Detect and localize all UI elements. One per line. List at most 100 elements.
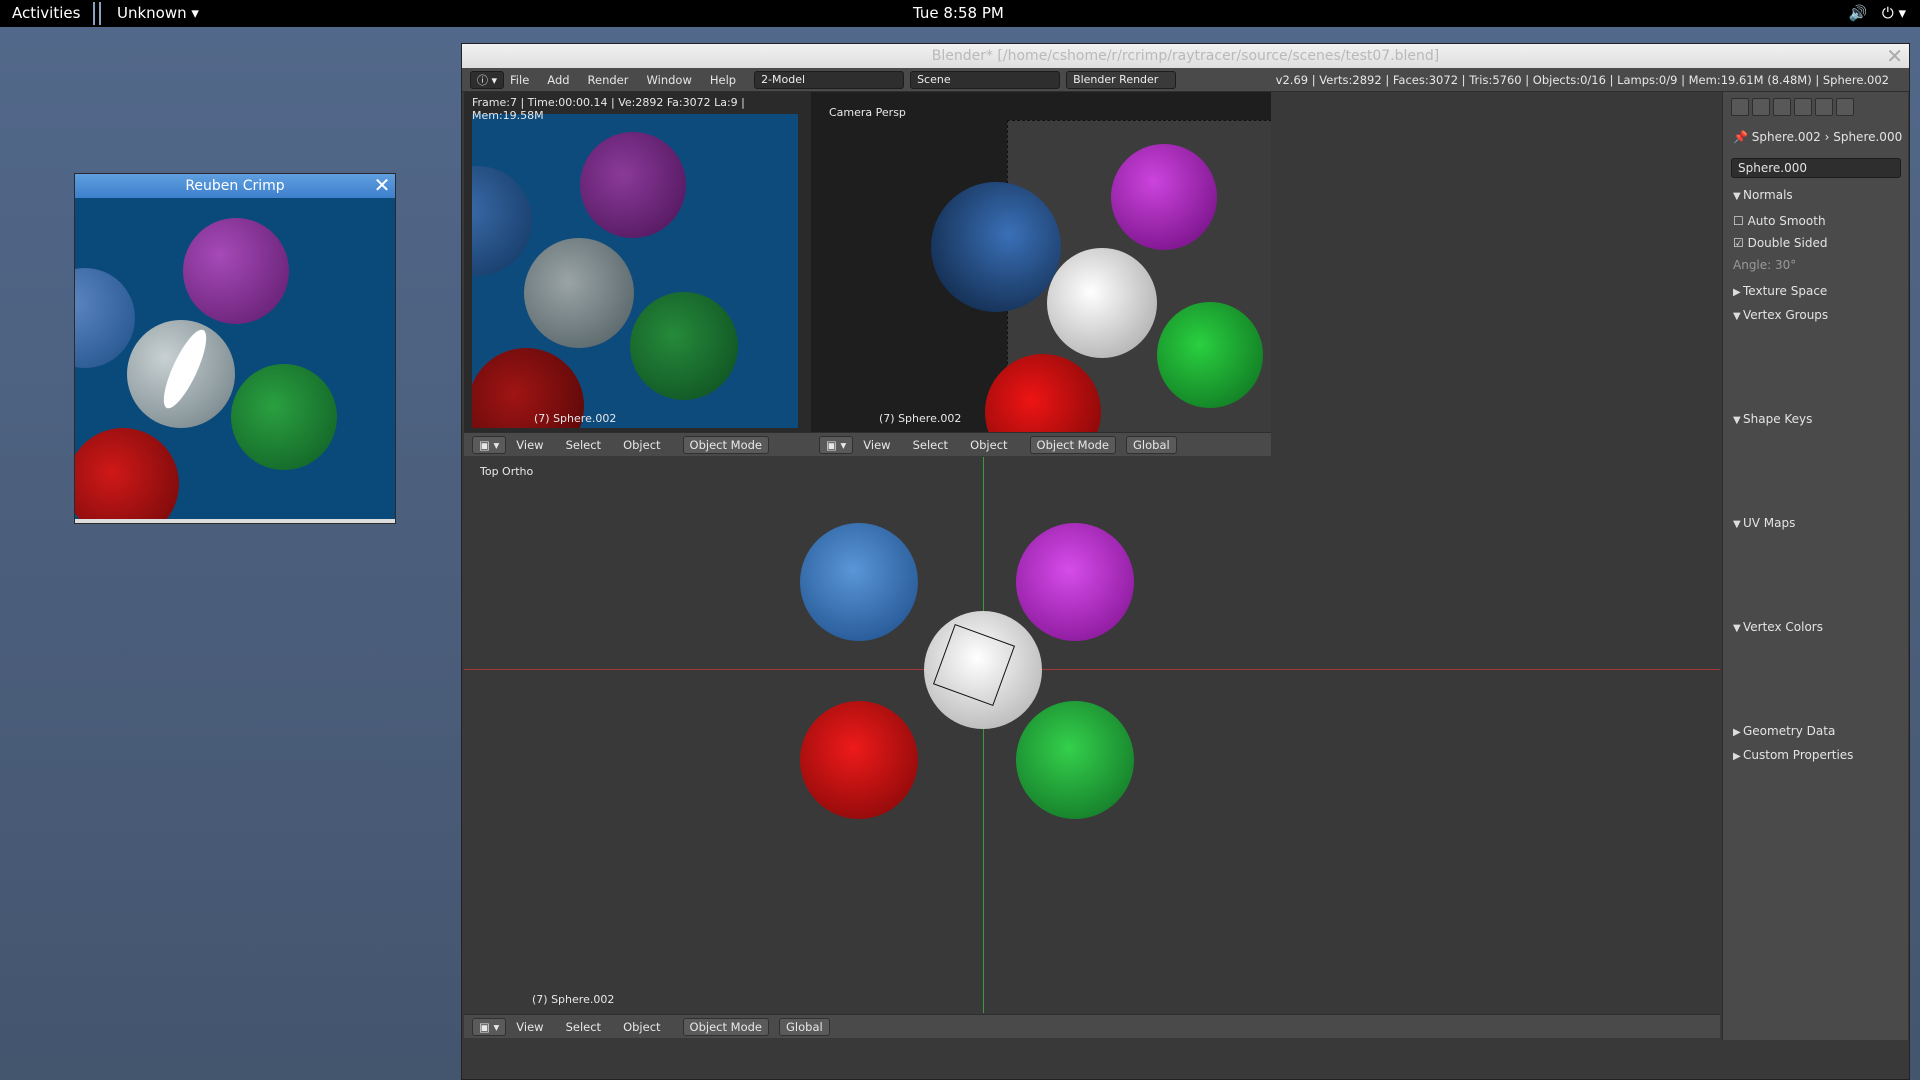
menu-help[interactable]: Help — [710, 73, 736, 87]
texture-space-panel-header[interactable]: ▶ Texture Space — [1733, 284, 1827, 298]
vertex-groups-panel-header[interactable]: ▼ Vertex Groups — [1733, 308, 1828, 322]
menu-add[interactable]: Add — [547, 73, 569, 87]
transform-orientation-selector[interactable]: Global — [779, 1017, 830, 1036]
blue-sphere — [931, 182, 1061, 312]
auto-smooth-label: Auto Smooth — [1747, 214, 1826, 228]
close-icon[interactable]: ✕ — [1886, 44, 1903, 68]
header-object[interactable]: Object — [970, 438, 1007, 452]
mesh-data-tab-icon[interactable] — [1794, 98, 1812, 116]
render-view-header: ▣ ▾ View Select Object Object Mode — [464, 432, 811, 456]
render-canvas — [75, 198, 395, 519]
render-tab-icon[interactable] — [1731, 98, 1749, 116]
texture-space-label: Texture Space — [1743, 284, 1828, 298]
clock[interactable]: Tue 8:58 PM — [913, 4, 1004, 22]
green-sphere — [630, 292, 738, 400]
double-sided-label: Double Sided — [1747, 236, 1828, 250]
top-view-header: ▣ ▾ View Select Object Object Mode Globa… — [464, 1014, 1720, 1038]
transform-orientation-selector[interactable]: Global — [1126, 435, 1177, 454]
green-sphere — [1157, 302, 1263, 408]
expanded-icon: ▼ — [1733, 519, 1741, 530]
red-sphere — [75, 428, 179, 519]
custom-properties-panel-header[interactable]: ▶ Custom Properties — [1733, 748, 1853, 762]
properties-breadcrumb: 📌 Sphere.002 › Sphere.000 — [1733, 130, 1903, 144]
header-select[interactable]: Select — [566, 1020, 601, 1034]
render-window-border — [75, 519, 395, 523]
object-mode-selector[interactable]: Object Mode — [682, 1017, 769, 1036]
uv-maps-panel-header[interactable]: ▼ UV Maps — [1733, 516, 1795, 530]
collapsed-icon: ▶ — [1733, 287, 1741, 298]
angle-field[interactable]: Angle: 30° — [1733, 258, 1796, 272]
scene-stats: v2.69 | Verts:2892 | Faces:3072 | Tris:5… — [1275, 72, 1889, 87]
geometry-data-label: Geometry Data — [1743, 724, 1836, 738]
header-select[interactable]: Select — [566, 438, 601, 452]
properties-context-tabs — [1731, 98, 1854, 116]
info-header: ⓘ ▾ File Add Render Window Help 2-Model … — [462, 68, 1909, 92]
render-engine-selector[interactable]: Blender Render — [1066, 70, 1177, 89]
app-menu[interactable]: Unknown ▾ — [117, 4, 199, 22]
scene-selector[interactable]: Scene — [910, 70, 1061, 89]
header-select[interactable]: Select — [913, 438, 948, 452]
blue-sphere — [472, 166, 532, 276]
x-axis-line — [464, 669, 1720, 670]
shape-keys-panel-header[interactable]: ▼ Shape Keys — [1733, 412, 1812, 426]
render-engine-name: Blender Render — [1073, 73, 1159, 86]
collapsed-icon: ▶ — [1733, 751, 1741, 762]
header-object[interactable]: Object — [623, 1020, 660, 1034]
blue-sphere — [75, 268, 135, 368]
header-view[interactable]: View — [863, 438, 890, 452]
breadcrumb-object: Sphere.002 — [1751, 130, 1821, 144]
texture-tab-icon[interactable] — [1836, 98, 1854, 116]
white-sphere — [1047, 248, 1157, 358]
menu-window[interactable]: Window — [647, 73, 692, 87]
blue-sphere — [800, 523, 918, 641]
object-mode-selector[interactable]: Object Mode — [682, 435, 769, 454]
render-info: Frame:7 | Time:00:00.14 | Ve:2892 Fa:307… — [472, 96, 745, 122]
normals-panel-header[interactable]: ▼ Normals — [1733, 188, 1793, 202]
menu-render[interactable]: Render — [588, 73, 629, 87]
collapsed-icon: ▶ — [1733, 727, 1741, 738]
white-sphere — [524, 238, 634, 348]
blender-titlebar[interactable]: Blender* [/home/cshome/r/rcrimp/raytrace… — [462, 44, 1909, 68]
expanded-icon: ▼ — [1733, 623, 1741, 634]
auto-smooth-checkbox[interactable]: ☐ Auto Smooth — [1733, 214, 1826, 228]
properties-editor: 📌 Sphere.002 › Sphere.000 Sphere.000 ▼ No… — [1722, 92, 1908, 1040]
editor-type-button[interactable]: ⓘ ▾ — [470, 70, 505, 89]
system-menu[interactable]: 🔊 ⏻ ▾ — [1849, 4, 1906, 22]
purple-sphere — [580, 132, 686, 238]
pin-icon[interactable]: 📌 — [1733, 130, 1748, 144]
header-view[interactable]: View — [516, 1020, 543, 1034]
vertex-groups-label: Vertex Groups — [1743, 308, 1829, 322]
render-window-title: Reuben Crimp — [185, 178, 285, 194]
layout-name: 2-Model — [761, 73, 806, 86]
header-object[interactable]: Object — [623, 438, 660, 452]
geometry-data-panel-header[interactable]: ▶ Geometry Data — [1733, 724, 1835, 738]
top-ortho-view[interactable]: Top Ortho (7) Sphere.002 — [464, 457, 1720, 1013]
object-tab-icon[interactable] — [1773, 98, 1791, 116]
custom-properties-label: Custom Properties — [1743, 748, 1854, 762]
material-tab-icon[interactable] — [1815, 98, 1833, 116]
purple-sphere — [1016, 523, 1134, 641]
purple-sphere — [183, 218, 289, 324]
render-view[interactable]: Frame:7 | Time:00:00.14 | Ve:2892 Fa:307… — [464, 92, 811, 432]
camera-view-header: ▣ ▾ View Select Object Object Mode Globa… — [811, 432, 1271, 456]
editor-type-button[interactable]: ▣ ▾ — [472, 435, 507, 454]
render-window-titlebar[interactable]: Reuben Crimp ✕ — [75, 174, 395, 198]
editor-type-button[interactable]: ▣ ▾ — [472, 1017, 507, 1036]
layout-selector[interactable]: 2-Model — [754, 70, 905, 89]
double-sided-checkbox[interactable]: ☑ Double Sided — [1733, 236, 1827, 250]
normals-label: Normals — [1743, 188, 1793, 202]
checkbox-icon: ☐ — [1733, 214, 1748, 228]
editor-type-button[interactable]: ▣ ▾ — [819, 435, 854, 454]
render-window: Reuben Crimp ✕ — [74, 173, 396, 524]
mesh-name-field[interactable]: Sphere.000 — [1731, 158, 1901, 178]
render-object-label: (7) Sphere.002 — [534, 412, 617, 425]
volume-icon: 🔊 — [1848, 4, 1868, 22]
activities-button[interactable]: Activities — [12, 4, 80, 22]
close-icon[interactable]: ✕ — [371, 175, 393, 197]
scene-tab-icon[interactable] — [1752, 98, 1770, 116]
camera-view[interactable]: Camera Persp (7) Sphere.002 — [811, 92, 1271, 432]
vertex-colors-panel-header[interactable]: ▼ Vertex Colors — [1733, 620, 1823, 634]
header-view[interactable]: View — [516, 438, 543, 452]
object-mode-selector[interactable]: Object Mode — [1029, 435, 1116, 454]
menu-file[interactable]: File — [510, 73, 529, 87]
